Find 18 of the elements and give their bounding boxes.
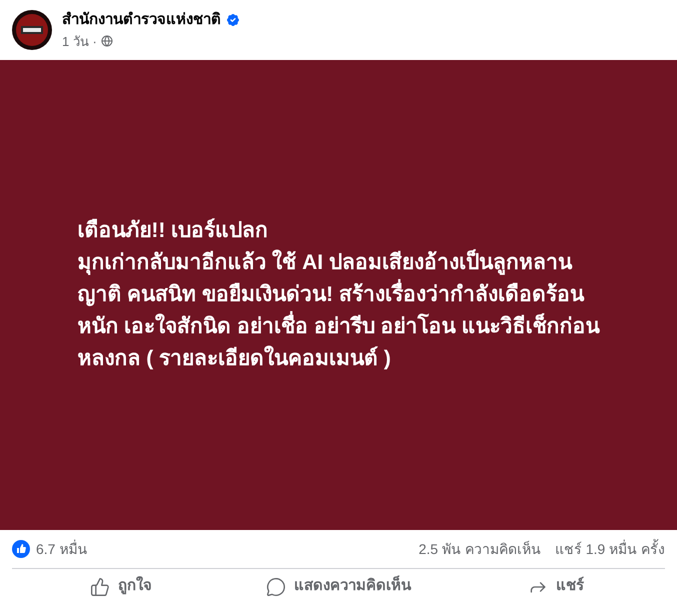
- thumbs-up-icon: [90, 576, 110, 596]
- banner-text: ญาติ คนสนิท ขอยืมเงินด่วน! สร้างเรื่องว่ากำลังเดือดร้อน: [77, 279, 584, 311]
- like-button[interactable]: ถูกใจ: [12, 570, 230, 602]
- author-name[interactable]: สำนักงานตำรวจแห่งชาติ: [62, 9, 221, 32]
- share-button[interactable]: แชร์: [447, 570, 666, 602]
- banner-text: หลงกล ( รายละเอียดในคอมเมนต์ ): [77, 344, 391, 372]
- logo-avatar[interactable]: [12, 10, 52, 50]
- share-count[interactable]: แชร์ 1.9 หมื่น ครั้ง: [554, 538, 665, 560]
- comment-count[interactable]: 2.5 พัน ความคิดเห็น: [418, 538, 541, 560]
- banner-text: หนัก เอะใจสักนิด อย่าเชื่อ อย่ารีบ อย่าโอน แนะวิธีเช็กก่อน: [77, 311, 600, 343]
- banner-text: เตือนภัย!! เบอร์แปลก: [77, 217, 268, 244]
- globe-icon: [100, 35, 113, 48]
- reaction-count[interactable]: 6.7 หมื่น: [36, 538, 88, 560]
- post-time[interactable]: 1 วัน ·: [62, 32, 97, 51]
- banner-text: มุกเก่ากลับมาอีกแล้ว ใช้ AI ปลอมเสียงอ้างเป็นลูกหลาน: [77, 248, 572, 277]
- comment-button[interactable]: แสดงความคิดเห็น: [230, 570, 448, 602]
- comment-icon: [266, 576, 286, 596]
- like-reaction-icon: [12, 540, 30, 558]
